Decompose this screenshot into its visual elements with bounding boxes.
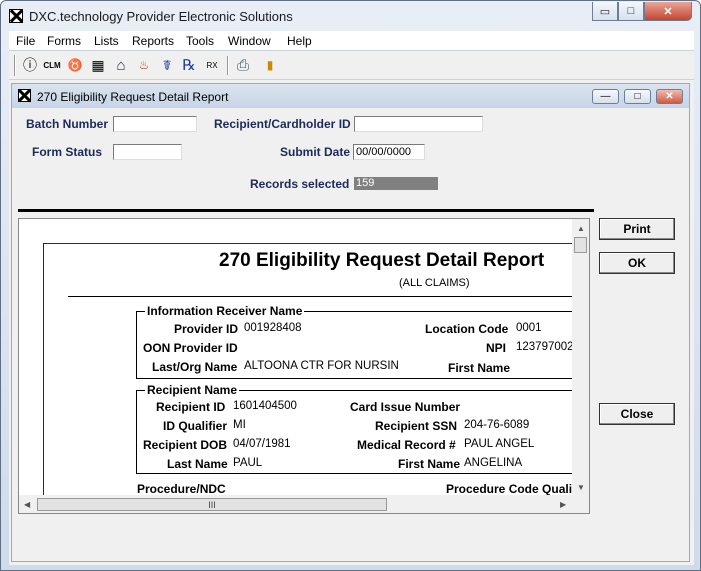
- menu-help[interactable]: Help: [287, 34, 312, 48]
- last-org-label: Last/Org Name: [152, 360, 238, 374]
- toolbar-grip: [14, 55, 16, 76]
- divider-line: [18, 209, 594, 212]
- scroll-up-arrow[interactable]: ▲: [577, 224, 585, 233]
- toolbar-separator: [227, 56, 229, 75]
- minimize-button[interactable]: ▭: [592, 2, 618, 21]
- close-report-button[interactable]: Close: [599, 403, 675, 425]
- npi-value: 1237970029: [516, 341, 580, 353]
- report-maximize-button[interactable]: □: [624, 89, 651, 104]
- oon-provider-label: OON Provider ID: [143, 341, 238, 355]
- dental-icon[interactable]: ♉: [66, 56, 84, 74]
- report-window-icon: [18, 89, 31, 102]
- location-code-label: Location Code: [425, 322, 509, 336]
- pharmacy-icon[interactable]: ♨: [135, 56, 153, 74]
- batch-number-label: Batch Number: [26, 117, 109, 131]
- id-qualifier-label: ID Qualifier: [163, 419, 228, 433]
- toolbar: ⓘ CLM ♉ ▦ ⌂ ♨ ☤ ℞ RX ⎙ ▮: [9, 51, 694, 80]
- last-org-value: ALTOONA CTR FOR NURSIN: [244, 360, 399, 372]
- provider-id-label: Provider ID: [174, 322, 239, 336]
- menu-forms[interactable]: Forms: [47, 34, 81, 48]
- report-page-border-top: [43, 243, 583, 244]
- recipient-dob-label: Recipient DOB: [143, 438, 228, 452]
- menu-file[interactable]: File: [16, 34, 35, 48]
- report-preview[interactable]: 270 Eligibility Request Detail Report (A…: [18, 218, 590, 514]
- medical-record-label: Medical Record #: [357, 438, 456, 452]
- location-code-value: 0001: [516, 322, 542, 334]
- submit-date-label: Submit Date: [280, 145, 351, 159]
- report-title: 270 Eligibility Request Detail Report: [219, 250, 545, 271]
- report-close-button[interactable]: ✕: [656, 89, 683, 104]
- rx-small-icon[interactable]: RX: [203, 56, 221, 74]
- building-icon[interactable]: ▦: [89, 56, 107, 74]
- app-icon: [9, 9, 23, 23]
- receiver-first-name-label: First Name: [448, 361, 511, 375]
- report-window-title: 270 Eligibility Request Detail Report: [37, 90, 229, 104]
- menu-tools[interactable]: Tools: [186, 34, 214, 48]
- records-selected-label: Records selected: [250, 177, 350, 191]
- report-header-rule: [68, 296, 588, 297]
- npi-label: NPI: [486, 341, 507, 355]
- first-name-value: ANGELINA: [464, 457, 523, 469]
- report-title-bar: 270 Eligibility Request Detail Report — …: [12, 84, 689, 108]
- id-qualifier-value: MI: [233, 419, 246, 431]
- menu-bar: File Forms Lists Reports Tools Window He…: [9, 31, 694, 51]
- recipient-ssn-label: Recipient SSN: [375, 419, 458, 433]
- rx-icon[interactable]: ℞: [180, 56, 198, 74]
- recipient-id-value: 1601404500: [233, 400, 297, 412]
- menu-window[interactable]: Window: [228, 34, 271, 48]
- clm-icon[interactable]: CLM: [43, 56, 61, 74]
- card-issue-label: Card Issue Number: [350, 400, 461, 414]
- provider-id-value: 001928408: [244, 322, 302, 334]
- batch-number-field[interactable]: [113, 116, 197, 132]
- vertical-scrollbar[interactable]: [572, 219, 589, 495]
- recipient-ssn-value: 204-76-6089: [464, 419, 530, 431]
- form-status-field[interactable]: [113, 144, 182, 160]
- print-button[interactable]: Print: [599, 218, 675, 240]
- scroll-right-arrow[interactable]: ▶: [560, 500, 566, 509]
- print-icon[interactable]: ⎙: [234, 56, 252, 74]
- recipient-legend: Recipient Name: [145, 383, 240, 397]
- medical-icon[interactable]: ☤: [158, 56, 176, 74]
- report-subtitle: (ALL CLAIMS): [399, 277, 470, 289]
- hospital-icon[interactable]: ⌂: [112, 56, 130, 74]
- procedure-code-qualifier-label: Procedure Code Quali: [446, 482, 573, 496]
- recipient-id-label: Recipient/Cardholder ID: [214, 117, 351, 131]
- close-button[interactable]: ✕: [644, 2, 692, 21]
- scroll-down-arrow[interactable]: ▼: [577, 483, 585, 492]
- last-name-value: PAUL: [233, 457, 263, 469]
- last-name-label: Last Name: [167, 457, 228, 471]
- medical-record-value: PAUL ANGEL: [464, 438, 535, 450]
- menu-reports[interactable]: Reports: [132, 34, 174, 48]
- help-icon[interactable]: ⓘ: [21, 56, 39, 74]
- records-selected-value: 159: [354, 177, 438, 190]
- app-title: DXC.technology Provider Electronic Solut…: [29, 9, 293, 24]
- report-minimize-button[interactable]: —: [592, 89, 619, 104]
- recipient-dob-value: 04/07/1981: [233, 438, 291, 450]
- submit-date-field[interactable]: 00/00/0000: [353, 144, 425, 160]
- vertical-scroll-thumb[interactable]: [574, 237, 587, 253]
- form-status-label: Form Status: [32, 145, 103, 159]
- first-name-label: First Name: [398, 457, 461, 471]
- receiver-legend: Information Receiver Name: [145, 304, 305, 318]
- horizontal-scroll-thumb[interactable]: III: [37, 498, 387, 511]
- menu-lists[interactable]: Lists: [94, 34, 119, 48]
- maximize-button[interactable]: □: [618, 2, 644, 21]
- exit-icon[interactable]: ▮: [261, 56, 279, 74]
- recipient-id-label: Recipient ID: [156, 400, 226, 414]
- procedure-ndc-label: Procedure/NDC: [137, 482, 226, 496]
- title-bar: DXC.technology Provider Electronic Solut…: [1, 1, 700, 31]
- recipient-id-field[interactable]: [354, 116, 483, 132]
- report-page-border-left: [43, 243, 44, 513]
- ok-button[interactable]: OK: [599, 252, 675, 274]
- scroll-left-arrow[interactable]: ◀: [24, 500, 30, 509]
